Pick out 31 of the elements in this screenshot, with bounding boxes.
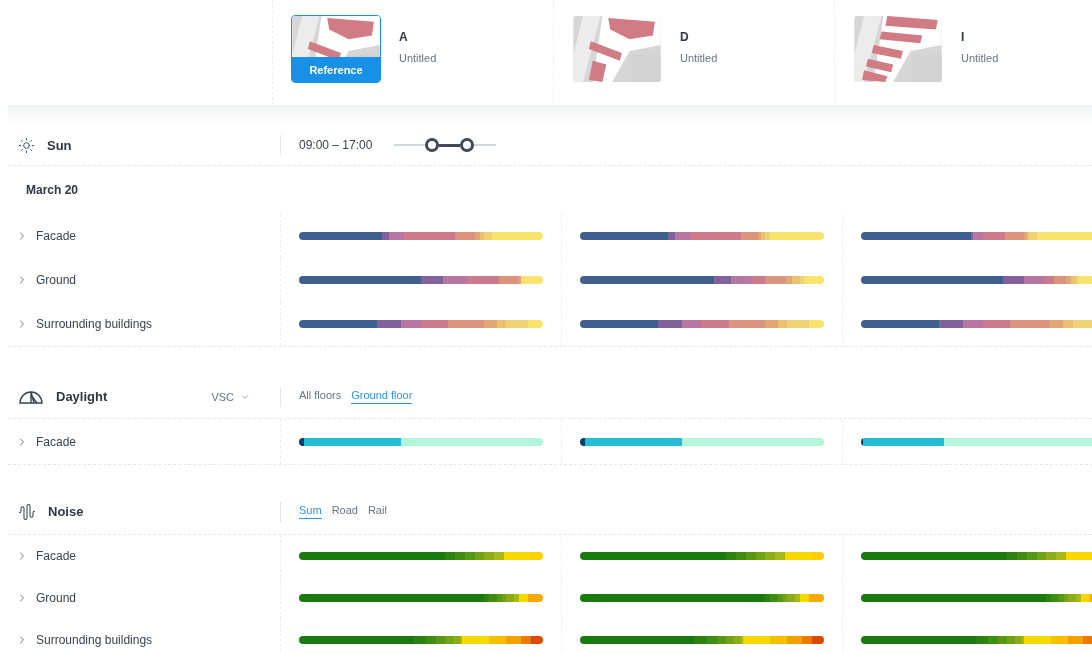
metric-dropdown[interactable]: VSC	[211, 390, 250, 403]
tab[interactable]: Road	[331, 504, 358, 519]
waveform-icon	[18, 502, 36, 521]
row-label: Surrounding buildings	[36, 317, 153, 331]
scenario-name: D	[680, 30, 690, 44]
slider-range	[439, 144, 460, 147]
row-label: Ground	[36, 591, 77, 605]
section-title: Daylight	[56, 389, 108, 404]
scenario-subtitle: Untitled	[680, 52, 718, 64]
scenario-subtitle: Untitled	[399, 52, 437, 64]
reference-label: Reference	[292, 57, 380, 82]
time-range: 09:00 – 17:00	[299, 138, 373, 152]
row-label: Facade	[36, 229, 77, 243]
tab[interactable]: Rail	[367, 504, 387, 519]
section-title: Sun	[47, 137, 72, 153]
tab[interactable]: Sum	[299, 504, 322, 519]
date-label: March 20	[25, 182, 80, 199]
row-label: Surrounding buildings	[36, 633, 153, 647]
tab[interactable]: Ground floor	[351, 389, 413, 404]
tab[interactable]: All floors	[299, 389, 342, 404]
scenario-subtitle: Untitled	[961, 52, 999, 64]
section-title: Noise	[48, 504, 84, 519]
row-label: Ground	[36, 273, 77, 287]
scenario-name: I	[961, 30, 966, 44]
sun-icon	[18, 136, 35, 154]
row-label: Facade	[36, 549, 77, 563]
dome-icon	[18, 388, 44, 405]
slider-handle[interactable]	[425, 138, 440, 152]
row-label: Facade	[36, 434, 77, 449]
scenario-name: A	[399, 30, 409, 44]
slider-handle[interactable]	[459, 138, 474, 152]
